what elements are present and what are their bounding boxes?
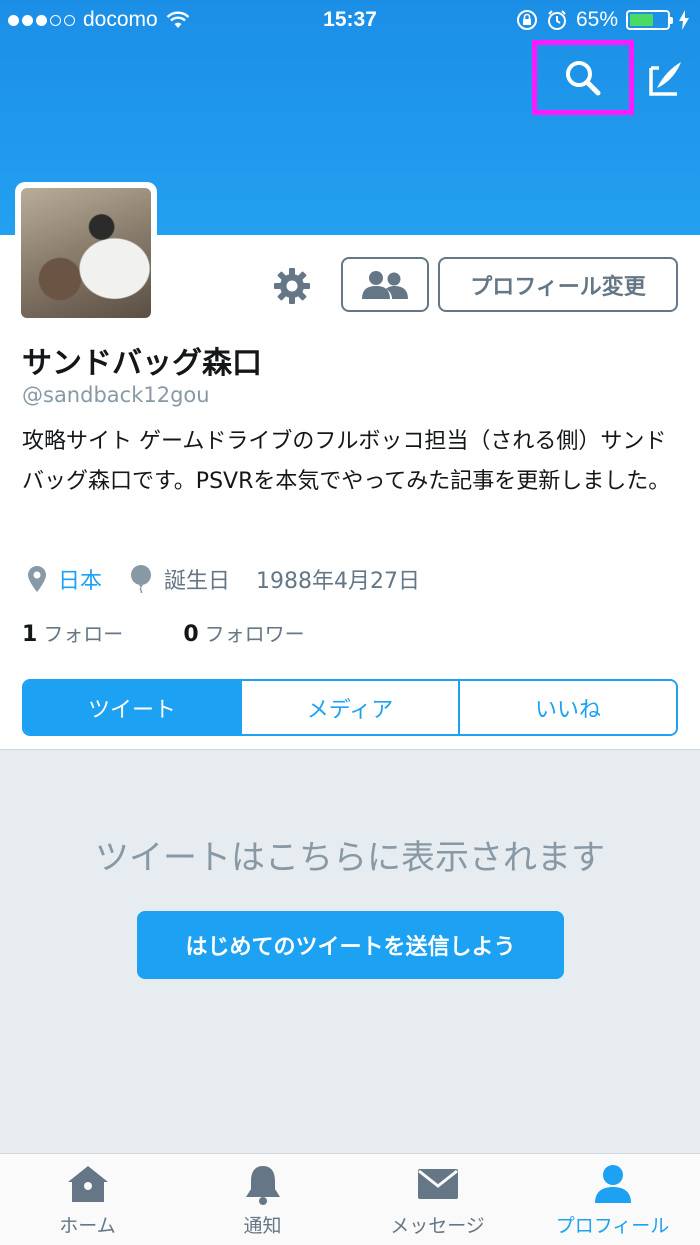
nav-profile[interactable]: プロフィール <box>525 1154 700 1245</box>
birthday-label: 誕生日 <box>164 569 231 594</box>
nav-messages-label: メッセージ <box>390 1215 485 1237</box>
battery-percent: 65% <box>575 8 618 31</box>
followers-label: フォロワー <box>204 622 305 646</box>
follow-counts: 1 フォロー 0 フォロワー <box>22 618 365 647</box>
status-bar: docomo 15:37 65% <box>0 0 700 40</box>
avatar <box>21 188 151 318</box>
birthday-date: 1988年4月27日 <box>256 569 421 594</box>
edit-profile-button[interactable]: プロフィール変更 <box>438 257 678 312</box>
battery-icon <box>626 10 673 30</box>
following-number: 1 <box>22 622 38 647</box>
nav-notifications-label: 通知 <box>243 1215 282 1237</box>
tab-likes[interactable]: いいね <box>460 681 676 734</box>
search-icon <box>566 60 601 95</box>
people-icon <box>362 270 408 299</box>
compose-icon <box>649 61 681 96</box>
tab-media[interactable]: メディア <box>242 681 460 734</box>
follow-suggestions-button[interactable] <box>341 257 429 312</box>
profile-tabs: ツイート メディア いいね <box>22 679 678 736</box>
nav-messages[interactable]: メッセージ <box>350 1154 525 1245</box>
compose-button[interactable] <box>630 40 700 115</box>
nav-profile-label: プロフィール <box>555 1215 670 1237</box>
person-icon <box>594 1165 631 1203</box>
bottom-navigation: ホーム 通知 メッセージ プロフィール <box>0 1153 700 1245</box>
profile-name: サンドバッグ森口 <box>22 346 262 381</box>
location-pin-icon <box>28 566 46 592</box>
alarm-icon <box>547 10 566 30</box>
followers-count[interactable]: 0 フォロワー <box>183 618 304 647</box>
profile-bio: 攻略サイト ゲームドライブのフルボッコ担当（される側）サンドバッグ森口です。PS… <box>22 429 671 494</box>
followers-number: 0 <box>183 622 199 647</box>
first-tweet-button[interactable]: はじめてのツイートを送信しよう <box>137 911 564 979</box>
charging-icon <box>679 10 689 30</box>
envelope-icon <box>417 1169 458 1199</box>
following-label: フォロー <box>43 622 124 646</box>
nav-home[interactable]: ホーム <box>0 1154 175 1245</box>
location-link[interactable]: 日本 <box>58 563 102 595</box>
avatar-frame[interactable] <box>15 182 157 324</box>
bell-icon <box>245 1166 280 1205</box>
nav-home-label: ホーム <box>59 1215 116 1237</box>
following-count[interactable]: 1 フォロー <box>22 618 123 647</box>
empty-state-message: ツイートはこちらに表示されます <box>95 838 605 878</box>
orientation-lock-icon <box>516 10 537 30</box>
nav-notifications[interactable]: 通知 <box>175 1154 350 1245</box>
home-icon <box>67 1166 108 1202</box>
profile-meta: 日本 誕生日 1988年4月27日 <box>28 563 420 595</box>
profile-handle: @sandback12gou <box>22 383 210 407</box>
balloon-icon <box>131 565 152 593</box>
search-button[interactable] <box>532 40 634 115</box>
tab-tweets[interactable]: ツイート <box>24 681 242 734</box>
gear-icon[interactable] <box>272 266 312 306</box>
